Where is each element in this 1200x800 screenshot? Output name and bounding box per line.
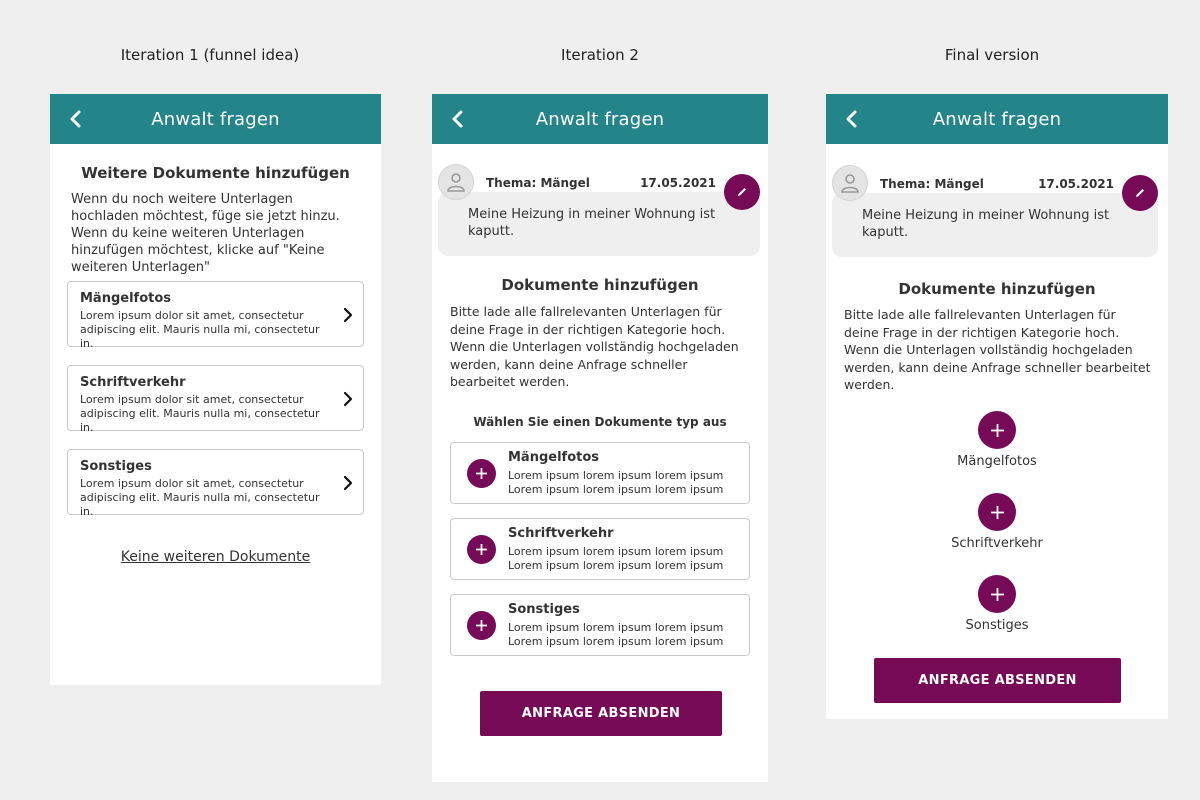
add-item-label: Mängelfotos xyxy=(957,454,1037,469)
question-thread-card: Thema: Mängel 17.05.2021 Meine Heizung i… xyxy=(438,164,760,256)
column-label-iteration-2: Iteration 2 xyxy=(561,46,639,64)
card-title: Sonstiges xyxy=(508,602,580,617)
column-label-final: Final version xyxy=(944,46,1040,64)
column-label-iteration-1: Iteration 1 (funnel idea) xyxy=(120,46,300,64)
thread-date: 17.05.2021 xyxy=(1038,177,1114,191)
submit-request-button[interactable]: ANFRAGE ABSENDEN xyxy=(480,691,722,736)
chevron-left-icon[interactable] xyxy=(840,107,864,131)
plus-icon xyxy=(476,468,487,479)
app-bar-title: Anwalt fragen xyxy=(932,108,1062,130)
pencil-icon xyxy=(1136,189,1144,197)
add-button[interactable] xyxy=(978,411,1016,449)
section-description: Bitte lade alle fallrelevanten Unterlage… xyxy=(844,307,1151,392)
plus-icon xyxy=(476,544,487,555)
edit-button[interactable] xyxy=(1122,175,1158,211)
add-button[interactable] xyxy=(467,459,496,488)
plus-icon xyxy=(990,423,1004,437)
add-button[interactable] xyxy=(978,493,1016,531)
card-description: Lorem ipsum lorem ipsum lorem ipsum Lore… xyxy=(508,545,724,572)
thread-message: Meine Heizung in meiner Wohnung ist kapu… xyxy=(468,207,716,239)
no-more-documents-link[interactable]: Keine weiteren Dokumente xyxy=(50,549,381,565)
chevron-right-icon xyxy=(343,475,353,491)
app-bar: Anwalt fragen xyxy=(432,94,768,144)
app-bar: Anwalt fragen xyxy=(50,94,381,144)
card-title: Schriftverkehr xyxy=(508,526,614,541)
thread-subject: Thema: Mängel xyxy=(486,176,590,190)
add-document-item: Mängelfotos xyxy=(826,411,1168,469)
document-category-card[interactable]: Mängelfotos Lorem ipsum dolor sit amet, … xyxy=(67,281,364,350)
add-item-label: Sonstiges xyxy=(965,618,1029,633)
card-title: Sonstiges xyxy=(80,459,152,474)
card-title: Mängelfotos xyxy=(508,450,600,465)
app-bar-title: Anwalt fragen xyxy=(151,108,280,130)
avatar xyxy=(832,165,868,201)
card-description: Lorem ipsum dolor sit amet, consectetur … xyxy=(80,309,320,350)
submit-request-button[interactable]: ANFRAGE ABSENDEN xyxy=(874,658,1121,703)
document-type-prompt: Wählen Sie einen Dokumente typ aus xyxy=(473,415,727,429)
card-description: Lorem ipsum lorem ipsum lorem ipsum Lore… xyxy=(508,469,724,496)
chevron-left-icon[interactable] xyxy=(446,107,470,131)
plus-icon xyxy=(476,620,487,631)
screen-final-version: Anwalt fragen Thema: Mängel 17.05.2021 M… xyxy=(826,94,1168,719)
add-button[interactable] xyxy=(467,611,496,640)
document-category-card[interactable]: Schriftverkehr Lorem ipsum dolor sit ame… xyxy=(67,365,364,434)
add-button[interactable] xyxy=(978,575,1016,613)
plus-icon xyxy=(990,505,1004,519)
user-icon xyxy=(841,174,859,193)
app-bar-title: Anwalt fragen xyxy=(535,108,665,130)
chevron-right-icon xyxy=(343,307,353,323)
add-document-item: Schriftverkehr xyxy=(826,493,1168,551)
card-description: Lorem ipsum dolor sit amet, consectetur … xyxy=(80,477,320,518)
page-heading: Weitere Dokumente hinzufügen xyxy=(81,164,350,182)
chevron-right-icon xyxy=(343,391,353,407)
app-bar: Anwalt fragen xyxy=(826,94,1168,144)
thread-date: 17.05.2021 xyxy=(640,176,716,190)
add-button[interactable] xyxy=(467,535,496,564)
section-title: Dokumente hinzufügen xyxy=(501,276,699,294)
section-title: Dokumente hinzufügen xyxy=(898,280,1096,298)
screen-iteration-2: Anwalt fragen Thema: Mängel 17.05.2021 M… xyxy=(432,94,768,782)
page-description: Wenn du noch weitere Unterlagen hochlade… xyxy=(71,192,340,275)
thread-subject: Thema: Mängel xyxy=(880,177,984,191)
card-title: Schriftverkehr xyxy=(80,375,186,390)
add-document-item: Sonstiges xyxy=(826,575,1168,633)
plus-icon xyxy=(990,587,1004,601)
screen-iteration-1: Anwalt fragen Weitere Dokumente hinzufüg… xyxy=(50,94,381,685)
section-description: Bitte lade alle fallrelevanten Unterlage… xyxy=(450,304,739,389)
chevron-left-icon[interactable] xyxy=(64,107,88,131)
document-category-card[interactable]: Sonstiges Lorem ipsum dolor sit amet, co… xyxy=(67,449,364,518)
add-item-label: Schriftverkehr xyxy=(951,536,1043,551)
edit-button[interactable] xyxy=(724,174,760,210)
card-description: Lorem ipsum dolor sit amet, consectetur … xyxy=(80,393,320,434)
document-type-card[interactable]: Mängelfotos Lorem ipsum lorem ipsum lore… xyxy=(450,442,750,504)
document-type-card[interactable]: Schriftverkehr Lorem ipsum lorem ipsum l… xyxy=(450,518,750,580)
card-title: Mängelfotos xyxy=(80,291,172,306)
pencil-icon xyxy=(738,188,746,196)
question-thread-card: Thema: Mängel 17.05.2021 Meine Heizung i… xyxy=(832,165,1160,257)
document-type-card[interactable]: Sonstiges Lorem ipsum lorem ipsum lorem … xyxy=(450,594,750,656)
avatar xyxy=(438,164,474,200)
thread-message: Meine Heizung in meiner Wohnung ist kapu… xyxy=(862,208,1110,240)
user-icon xyxy=(447,173,465,192)
card-description: Lorem ipsum lorem ipsum lorem ipsum Lore… xyxy=(508,621,724,648)
